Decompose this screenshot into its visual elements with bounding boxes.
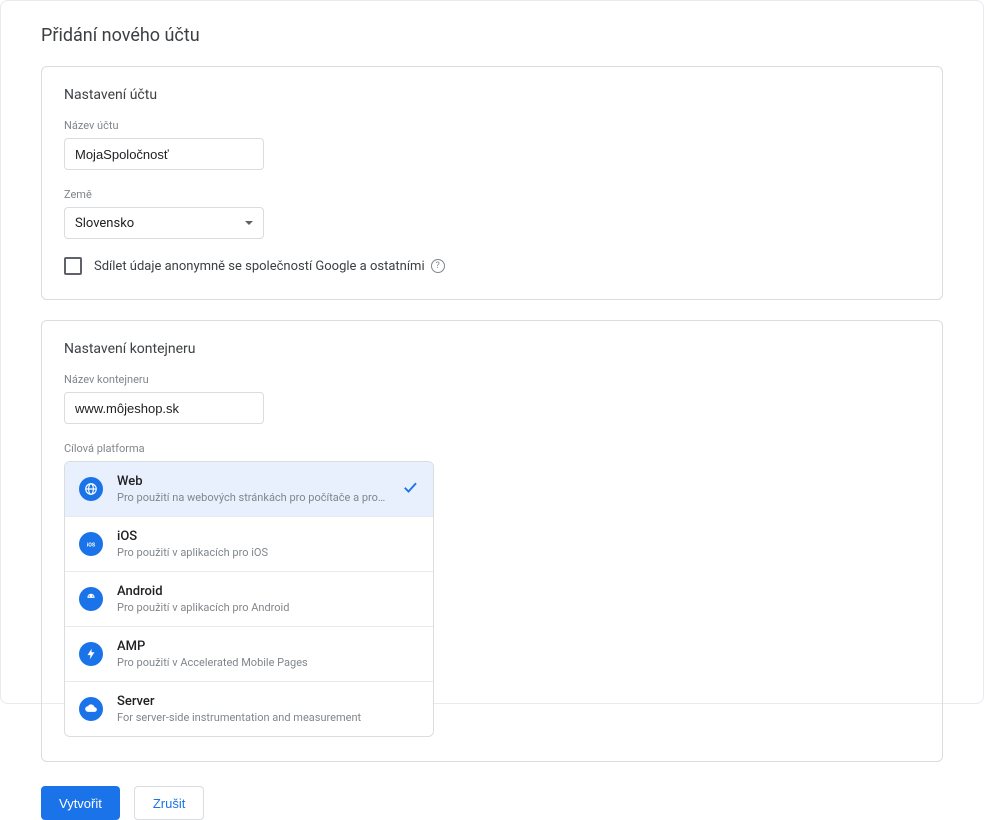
platform-text: Web Pro použití na webových stránkách pr… [117,474,387,504]
ios-icon: iOS [79,532,103,556]
share-data-label-text: Sdílet údaje anonymně se společností Goo… [94,259,425,274]
platform-option-ios[interactable]: iOS iOS Pro použití v aplikacích pro iOS [65,517,433,572]
platform-list: Web Pro použití na webových stránkách pr… [64,461,434,737]
platform-title: Server [117,694,419,709]
container-panel-title: Nastavení kontejneru [64,341,920,357]
country-label: Země [64,188,920,201]
android-icon [79,587,103,611]
server-icon [79,697,103,721]
account-name-label: Název účtu [64,119,920,132]
country-select[interactable]: Slovensko [64,207,264,239]
platform-title: Android [117,584,419,599]
platform-title: iOS [117,529,419,544]
platform-text: Server For server-side instrumentation a… [117,694,419,724]
share-data-checkbox[interactable] [64,257,82,275]
check-icon [401,478,419,500]
page-title: Přidání nového účtu [41,25,943,46]
platform-text: Android Pro použití v aplikacích pro And… [117,584,419,614]
platform-desc: Pro použití v Accelerated Mobile Pages [117,656,419,669]
country-select-value: Slovensko [75,216,134,231]
platform-title: Web [117,474,387,489]
caret-down-icon [245,221,253,225]
container-name-label: Název kontejneru [64,373,920,386]
share-data-label: Sdílet údaje anonymně se společností Goo… [94,259,445,274]
platform-option-android[interactable]: Android Pro použití v aplikacích pro And… [65,572,433,627]
help-icon[interactable]: ? [431,259,445,273]
globe-icon [79,477,103,501]
platform-option-amp[interactable]: AMP Pro použití v Accelerated Mobile Pag… [65,627,433,682]
account-name-input[interactable] [64,138,264,170]
account-panel-title: Nastavení účtu [64,87,920,103]
platform-desc: For server-side instrumentation and meas… [117,711,419,724]
platform-text: AMP Pro použití v Accelerated Mobile Pag… [117,639,419,669]
platform-label: Cílová platforma [64,442,920,455]
svg-text:iOS: iOS [87,542,96,548]
create-button[interactable]: Vytvořit [41,786,120,820]
container-name-input[interactable] [64,392,264,424]
platform-desc: Pro použití v aplikacích pro iOS [117,546,419,559]
account-settings-panel: Nastavení účtu Název účtu Země Slovensko… [41,66,943,300]
footer-buttons: Vytvořit Zrušit [41,786,943,820]
platform-desc: Pro použití v aplikacích pro Android [117,601,419,614]
cancel-button[interactable]: Zrušit [134,786,205,820]
platform-option-web[interactable]: Web Pro použití na webových stránkách pr… [65,462,433,517]
share-data-row: Sdílet údaje anonymně se společností Goo… [64,257,920,275]
platform-option-server[interactable]: Server For server-side instrumentation a… [65,682,433,736]
container-settings-panel: Nastavení kontejneru Název kontejneru Cí… [41,320,943,762]
platform-title: AMP [117,639,419,654]
platform-text: iOS Pro použití v aplikacích pro iOS [117,529,419,559]
create-account-page: Přidání nového účtu Nastavení účtu Název… [0,0,984,704]
platform-desc: Pro použití na webových stránkách pro po… [117,491,387,504]
amp-icon [79,642,103,666]
